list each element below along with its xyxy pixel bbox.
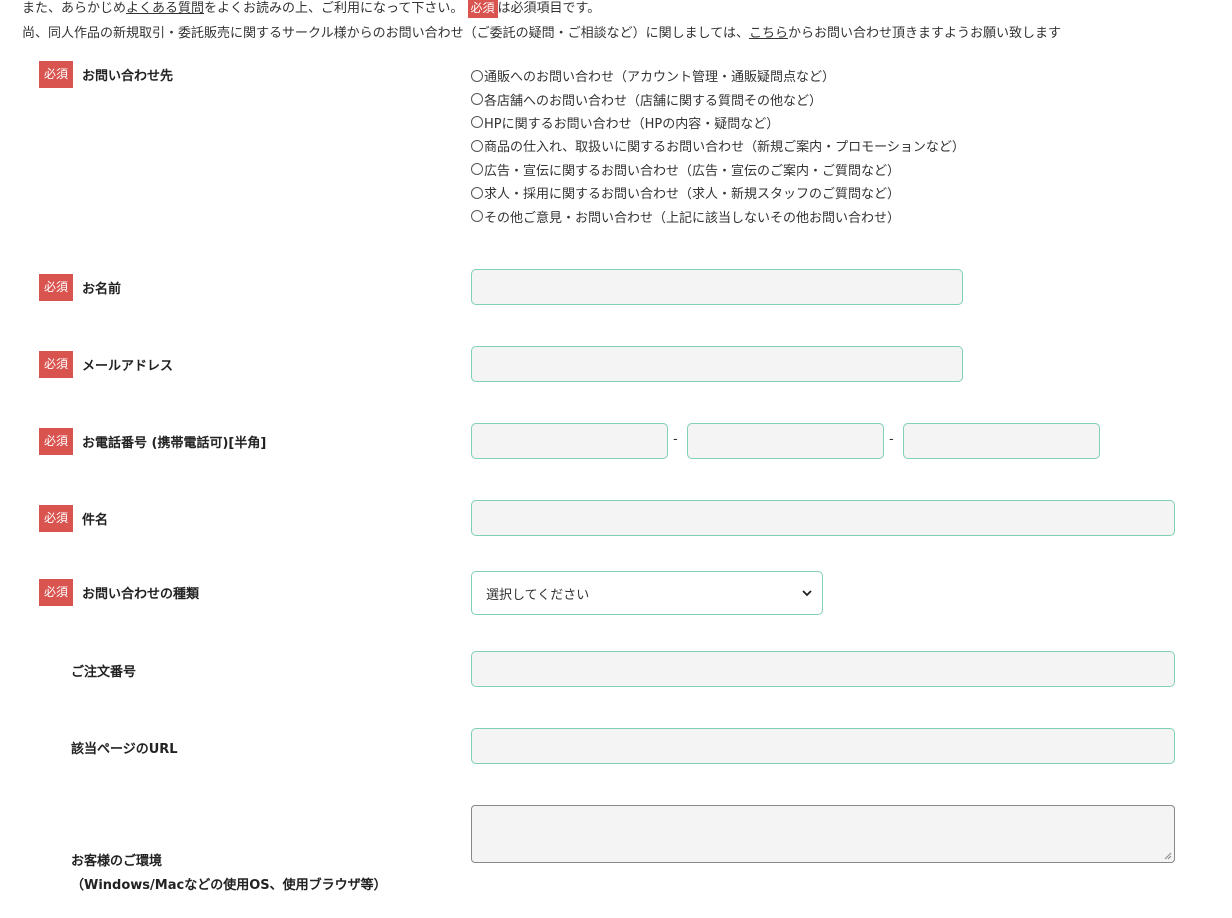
required-badge: 必須 [39, 274, 73, 301]
required-badge: 必須 [39, 351, 73, 378]
email-input[interactable] [471, 346, 963, 382]
radio-label: 広告・宣伝に関するお問い合わせ（広告・宣伝のご案内・ご質問など） [484, 163, 901, 179]
order-number-label: ご注文番号 [71, 665, 137, 680]
radio-label: 商品の仕入れ、取扱いに関するお問い合わせ（新規ご案内・プロモーションなど） [484, 140, 965, 156]
radio-button[interactable] [471, 210, 483, 223]
environment-sub-label: （Windows/Macなどの使用OS、使用ブラウザ等） [71, 878, 387, 893]
faq-link[interactable]: よくある質問 [126, 1, 204, 16]
select-value: 選択してください [486, 587, 590, 603]
radio-label: 各店舗へのお問い合わせ（店舗に関する質問その他など） [484, 93, 823, 109]
radio-button[interactable] [471, 139, 483, 152]
notice-line-2: 尚、同人作品の新規取引・委託販売に関するサークル様からのお問い合わせ（ご委託の疑… [22, 22, 1061, 41]
order-number-input[interactable] [471, 651, 1175, 687]
radio-label: 求人・採用に関するお問い合わせ（求人・新規スタッフのご質問など） [484, 187, 901, 203]
name-input[interactable] [471, 269, 963, 305]
circle-inquiry-link[interactable]: こちら [749, 26, 788, 41]
phone-label: 必須 お電話番号 (携帯電話可)[半角] [39, 428, 266, 455]
required-badge: 必須 [39, 505, 73, 532]
phone-input-1[interactable] [471, 423, 668, 459]
field-label: お名前 [82, 282, 122, 297]
field-label: お電話番号 (携帯電話可)[半角] [82, 436, 267, 451]
page-url-input[interactable] [471, 728, 1175, 764]
radio-option[interactable]: 通販へのお問い合わせ（アカウント管理・通販疑問点など） [471, 64, 965, 87]
inquiry-target-radio-group: 通販へのお問い合わせ（アカウント管理・通販疑問点など） 各店舗へのお問い合わせ（… [471, 64, 965, 228]
notice-text: は必須項目です。 [497, 1, 601, 16]
notice-text: をよくお読みの上、ご利用になって下さい。 [204, 1, 464, 16]
radio-option[interactable]: 商品の仕入れ、取扱いに関するお問い合わせ（新規ご案内・プロモーションなど） [471, 134, 965, 157]
environment-label: お客様のご環境 [71, 854, 163, 869]
field-label: メールアドレス [82, 359, 174, 374]
inquiry-type-label: 必須 お問い合わせの種類 [39, 579, 199, 606]
radio-option[interactable]: 求人・採用に関するお問い合わせ（求人・新規スタッフのご質問など） [471, 181, 965, 204]
required-badge: 必須 [39, 579, 73, 606]
notice-text: からお問い合わせ頂きますようお願い致します [787, 26, 1061, 41]
subject-label: 必須 件名 [39, 505, 108, 532]
environment-textarea[interactable] [471, 805, 1175, 863]
required-badge: 必須 [467, 0, 498, 18]
phone-input-2[interactable] [687, 423, 884, 459]
notice-text: 尚、同人作品の新規取引・委託販売に関するサークル様からのお問い合わせ（ご委託の疑… [22, 26, 749, 41]
required-badge: 必須 [39, 428, 73, 455]
field-label: お問い合わせの種類 [82, 587, 200, 602]
radio-button[interactable] [471, 116, 483, 129]
required-badge: 必須 [39, 61, 73, 88]
chevron-down-icon [802, 590, 812, 597]
radio-option[interactable]: その他ご意見・お問い合わせ（上記に該当しないその他お問い合わせ） [471, 204, 965, 227]
notice-text: また、あらかじめ [22, 1, 127, 16]
phone-separator: - [673, 432, 678, 447]
radio-button[interactable] [471, 186, 483, 199]
radio-label: HPに関するお問い合わせ（HPの内容・疑問など） [484, 116, 780, 132]
radio-option[interactable]: HPに関するお問い合わせ（HPの内容・疑問など） [471, 111, 965, 134]
field-label: 件名 [82, 513, 109, 528]
radio-button[interactable] [471, 93, 483, 106]
field-label: お問い合わせ先 [82, 69, 174, 84]
phone-separator: - [889, 432, 894, 447]
notice-line-1: また、あらかじめよくある質問をよくお読みの上、ご利用になって下さい。 必須 は必須… [22, 0, 600, 18]
inquiry-target-label: 必須 お問い合わせ先 [39, 61, 173, 88]
inquiry-type-select[interactable]: 選択してください [471, 571, 823, 615]
radio-option[interactable]: 広告・宣伝に関するお問い合わせ（広告・宣伝のご案内・ご質問など） [471, 158, 965, 181]
radio-option[interactable]: 各店舗へのお問い合わせ（店舗に関する質問その他など） [471, 87, 965, 110]
resize-handle-icon[interactable] [1164, 852, 1172, 860]
phone-input-3[interactable] [903, 423, 1100, 459]
email-label: 必須 メールアドレス [39, 351, 173, 378]
radio-button[interactable] [471, 69, 483, 82]
radio-button[interactable] [471, 163, 483, 176]
page-url-label: 該当ページのURL [71, 742, 178, 757]
name-label: 必須 お名前 [39, 274, 121, 301]
radio-label: その他ご意見・お問い合わせ（上記に該当しないその他お問い合わせ） [484, 210, 901, 226]
radio-label: 通販へのお問い合わせ（アカウント管理・通販疑問点など） [484, 70, 836, 86]
subject-input[interactable] [471, 500, 1175, 536]
